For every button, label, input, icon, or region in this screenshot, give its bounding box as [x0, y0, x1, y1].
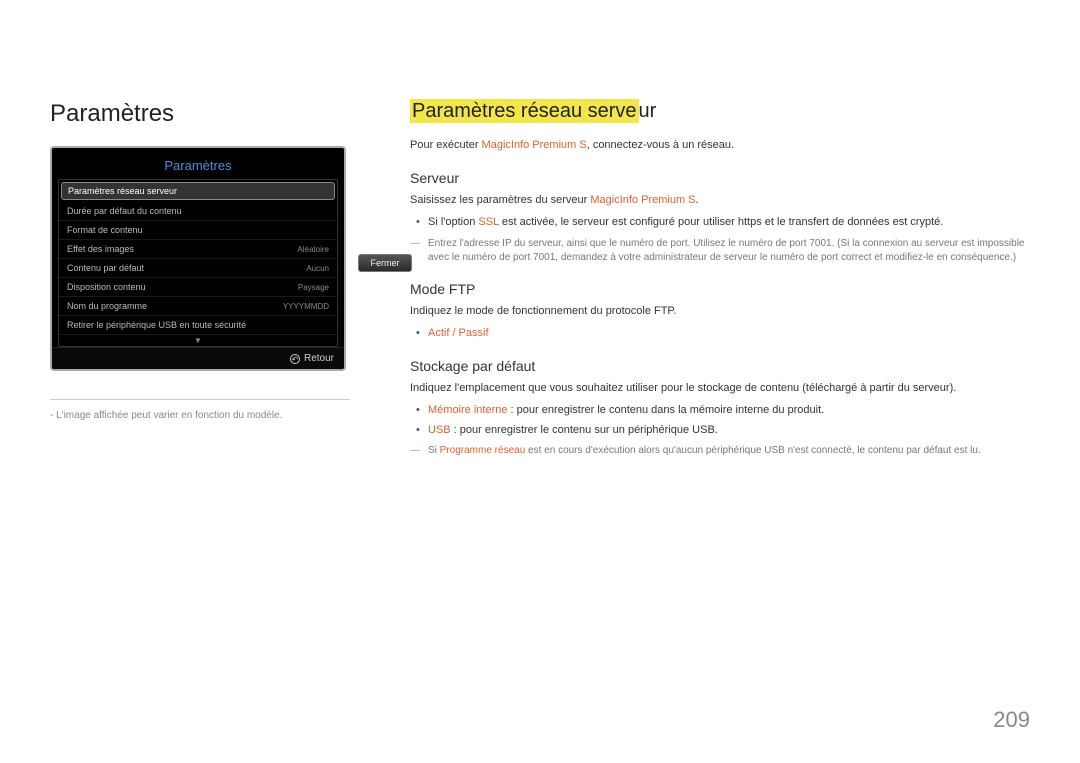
close-button[interactable]: Fermer: [358, 254, 412, 272]
page-number: 209: [993, 707, 1030, 733]
osd-row-network-server[interactable]: Paramètres réseau serveur: [61, 182, 335, 200]
osd-row-default-content[interactable]: Contenu par défaut Aucun: [59, 259, 337, 278]
osd-row-label: Disposition contenu: [67, 282, 146, 292]
server-line: Saisissez les paramètres du serveur Magi…: [410, 192, 1030, 209]
section-title: Paramètres réseau serveur: [410, 100, 1030, 123]
storage-bullet-internal: Mémoire interne : pour enregistrer le co…: [428, 402, 1030, 419]
osd-menu-list: Paramètres réseau serveur Durée par défa…: [58, 179, 338, 347]
osd-row-image-effect[interactable]: Effet des images Aléatoire: [59, 240, 337, 259]
title-rest: ur: [639, 100, 657, 122]
osd-row-content-layout[interactable]: Disposition contenu Paysage: [59, 278, 337, 297]
divider: [50, 399, 350, 400]
osd-row-label: Durée par défaut du contenu: [67, 206, 182, 216]
osd-screenshot: Paramètres Paramètres réseau serveur Dur…: [50, 146, 350, 371]
subheading-ftp: Mode FTP: [410, 281, 1030, 297]
osd-title: Paramètres: [58, 154, 338, 179]
ssl-keyword: SSL: [478, 216, 498, 228]
osd-row-value: Aléatoire: [297, 245, 329, 254]
product-name: MagicInfo Premium S: [590, 194, 695, 206]
storage-bullet-usb: USB : pour enregistrer le contenu sur un…: [428, 422, 1030, 439]
osd-row-program-name[interactable]: Nom du programme YYYYMMDD: [59, 297, 337, 316]
osd-row-label: Nom du programme: [67, 301, 147, 311]
osd-row-label: Paramètres réseau serveur: [68, 186, 177, 196]
osd-row-label: Retirer le périphérique USB en toute séc…: [67, 320, 246, 330]
product-name: MagicInfo Premium S: [482, 139, 587, 151]
page-heading-left: Paramètres: [50, 100, 350, 128]
osd-row-content-format[interactable]: Format de contenu: [59, 221, 337, 240]
server-note: Entrez l'adresse IP du serveur, ainsi qu…: [410, 237, 1030, 265]
subheading-server: Serveur: [410, 170, 1030, 186]
return-icon: ↶: [290, 354, 300, 364]
intro-text: Pour exécuter MagicInfo Premium S, conne…: [410, 137, 1030, 154]
storage-note: Si Programme réseau est en cours d'exécu…: [410, 444, 1030, 458]
osd-row-value: YYYYMMDD: [283, 302, 329, 311]
osd-row-value: Aucun: [306, 264, 329, 273]
storage-line: Indiquez l'emplacement que vous souhaite…: [410, 380, 1030, 397]
osd-footer: ↶ Retour: [52, 347, 344, 369]
ftp-option: Actif / Passif: [428, 325, 1030, 342]
osd-row-value: Paysage: [298, 283, 329, 292]
highlighted-title-part: Paramètres réseau serve: [410, 99, 639, 123]
subheading-storage: Stockage par défaut: [410, 358, 1030, 374]
image-caption: - L'image affichée peut varier en foncti…: [50, 410, 350, 421]
osd-row-label: Format de contenu: [67, 225, 143, 235]
osd-return-label: Retour: [304, 353, 334, 364]
network-program-keyword: Programme réseau: [440, 445, 526, 456]
osd-row-label: Contenu par défaut: [67, 263, 144, 273]
osd-row-safe-remove-usb[interactable]: Retirer le périphérique USB en toute séc…: [59, 316, 337, 335]
ftp-line: Indiquez le mode de fonctionnement du pr…: [410, 303, 1030, 320]
chevron-down-icon: ▼: [59, 335, 337, 346]
osd-row-default-duration[interactable]: Durée par défaut du contenu: [59, 202, 337, 221]
osd-row-label: Effet des images: [67, 244, 134, 254]
server-bullet-ssl: Si l'option SSL est activée, le serveur …: [428, 214, 1030, 231]
